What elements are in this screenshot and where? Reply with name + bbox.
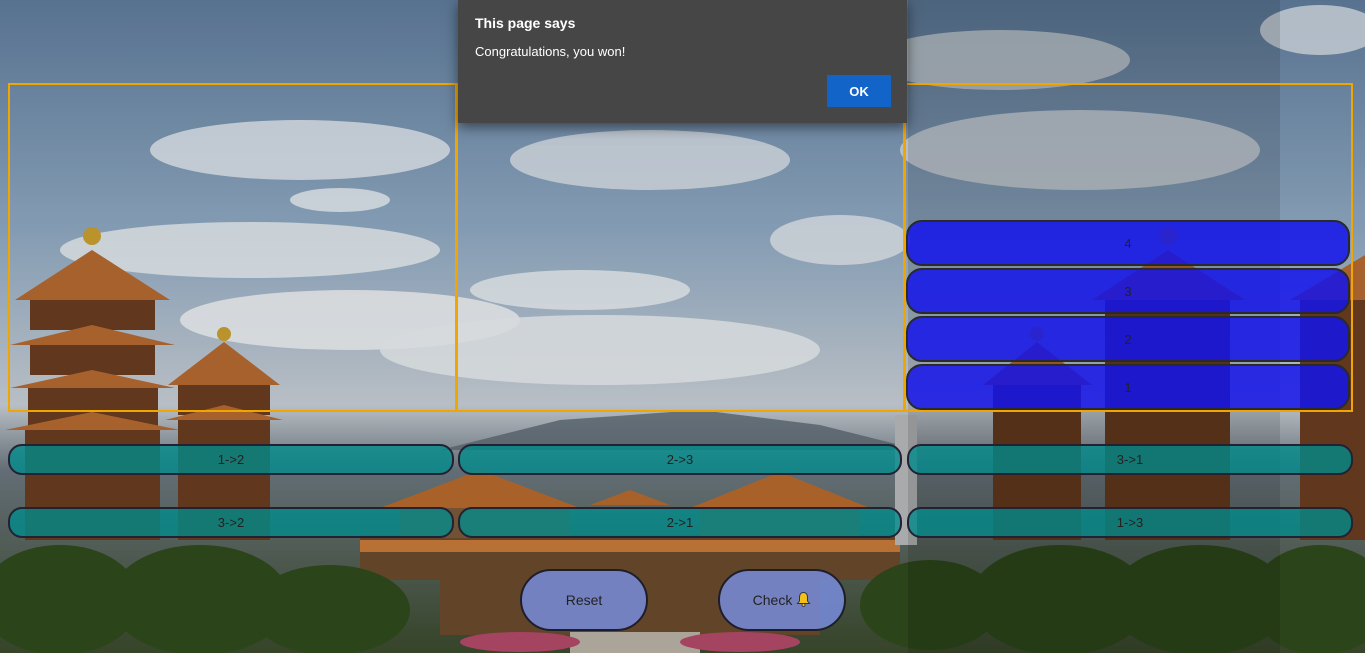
disk-2[interactable]: 2: [906, 316, 1350, 362]
move-2-to-3-button[interactable]: 2->3: [458, 444, 902, 475]
reset-label: Reset: [565, 592, 603, 608]
check-button[interactable]: Check: [718, 569, 846, 631]
move-3-to-2-button[interactable]: 3->2: [8, 507, 454, 538]
ok-button[interactable]: OK: [827, 75, 891, 107]
tower-3[interactable]: 4 3 2 1: [904, 83, 1353, 412]
disk-4[interactable]: 4: [906, 220, 1350, 266]
check-label: Check: [752, 592, 793, 608]
tower-2[interactable]: [456, 83, 905, 412]
disk-1[interactable]: 1: [906, 364, 1350, 410]
move-1-to-3-button[interactable]: 1->3: [907, 507, 1353, 538]
reset-button[interactable]: Reset: [520, 569, 648, 631]
bell-icon: [796, 591, 811, 610]
move-2-to-1-button[interactable]: 2->1: [458, 507, 902, 538]
move-1-to-2-button[interactable]: 1->2: [8, 444, 454, 475]
move-3-to-1-button[interactable]: 3->1: [907, 444, 1353, 475]
dialog-title: This page says: [475, 15, 576, 31]
disk-3[interactable]: 3: [906, 268, 1350, 314]
alert-dialog: This page says Congratulations, you won!…: [458, 0, 907, 123]
tower-1[interactable]: [8, 83, 457, 412]
dialog-message: Congratulations, you won!: [475, 44, 626, 59]
